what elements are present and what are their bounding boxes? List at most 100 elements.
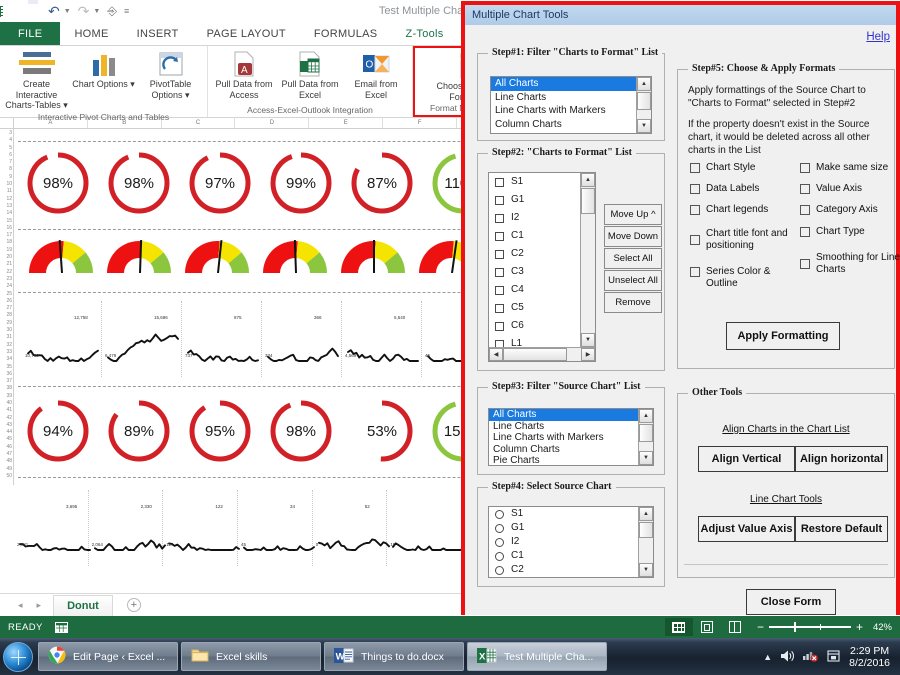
row-header-cell[interactable]: 34 <box>0 356 13 363</box>
taskbar-item-excel[interactable]: X Test Multiple Cha... <box>467 642 607 671</box>
sparkline-chart[interactable]: 10,789 12,758 <box>22 301 102 377</box>
zoom-in-button[interactable]: + <box>856 620 863 634</box>
taskbar-item-folder[interactable]: Excel skills <box>181 642 321 671</box>
row-header-cell[interactable]: 6 <box>0 152 13 159</box>
action-center-icon[interactable] <box>826 649 841 664</box>
checkbox-data-labels[interactable]: Data Labels <box>690 183 790 195</box>
apply-formatting-button[interactable]: Apply Formatting <box>726 322 840 350</box>
close-form-button[interactable]: Close Form <box>746 589 836 615</box>
row-header-cell[interactable]: 12 <box>0 196 13 203</box>
ribbon-tab-formulas[interactable]: FORMULAS <box>300 22 392 45</box>
step1-scroll-up-arrow[interactable]: ▲ <box>637 77 651 91</box>
row-header-cell[interactable]: 4 <box>0 137 13 144</box>
email-from-excel-button[interactable]: O Email from Excel <box>344 49 408 104</box>
step1-option-line-charts[interactable]: Line Charts <box>491 91 636 105</box>
donut-chart[interactable]: 95% <box>184 395 256 467</box>
remove-button[interactable]: Remove <box>604 292 662 313</box>
help-link[interactable]: Help <box>866 31 890 43</box>
step2-item-checkbox[interactable] <box>495 231 504 241</box>
step2-horizontal-scrollbar[interactable]: ◀ ▶ <box>489 347 595 361</box>
step3-scrollbar[interactable]: ▲ ▼ <box>638 409 653 465</box>
donut-chart[interactable]: 53% <box>346 395 418 467</box>
row-header-cell[interactable]: 39 <box>0 393 13 400</box>
redo-icon[interactable]: ↷ <box>78 4 90 18</box>
step3-scroll-up-arrow[interactable]: ▲ <box>639 409 653 423</box>
volume-icon[interactable] <box>780 649 795 664</box>
step3-option-all-charts[interactable]: All Charts <box>489 409 638 421</box>
sparkline-chart[interactable]: 6,479 15,696 <box>102 301 182 377</box>
step4-list-item[interactable]: I2 <box>489 535 638 549</box>
step4-item-radio[interactable] <box>495 551 504 561</box>
sparkline-chart[interactable]: 2,981 3,695 <box>14 490 91 566</box>
row-header-cell[interactable]: 16 <box>0 225 13 232</box>
step2-item-checkbox[interactable] <box>495 177 504 187</box>
undo-dropdown-icon[interactable]: ▼ <box>64 8 71 15</box>
page-break-preview-button[interactable] <box>721 618 749 636</box>
row-header-cell[interactable]: 17 <box>0 232 13 239</box>
start-button[interactable] <box>3 641 33 672</box>
step4-list-item[interactable]: C1 <box>489 549 638 563</box>
row-header-cell[interactable]: 27 <box>0 305 13 312</box>
checkbox-chart-style[interactable]: Chart Style <box>690 162 790 174</box>
row-header-cell[interactable]: 3 <box>0 130 13 137</box>
row-header-cell[interactable]: 33 <box>0 349 13 356</box>
step2-list-item[interactable]: G1 <box>489 191 580 209</box>
column-header-d[interactable]: D <box>235 118 310 128</box>
step4-item-radio[interactable] <box>495 537 504 547</box>
align-vertical-button[interactable]: Align Vertical <box>698 446 795 472</box>
step3-scroll-thumb[interactable] <box>639 424 653 442</box>
sparkline-chart[interactable]: 737 875 <box>182 301 262 377</box>
row-header-cell[interactable]: 13 <box>0 203 13 210</box>
step1-filter-listbox[interactable]: All Charts Line Charts Line Charts with … <box>490 76 652 134</box>
step4-list-item[interactable]: C2 <box>489 563 638 577</box>
row-header-cell[interactable]: 36 <box>0 371 13 378</box>
step2-item-checkbox[interactable] <box>495 213 504 223</box>
row-header-cell[interactable]: 14 <box>0 210 13 217</box>
pivottable-options-button[interactable]: PivotTable Options ▾ <box>138 49 203 111</box>
row-header-cell[interactable]: 10 <box>0 181 13 188</box>
step2-list-item[interactable]: C6 <box>489 317 580 335</box>
step2-charts-to-format-listbox[interactable]: S1G1I2C1C2C3C4C5C6L1I4I5 ▲ ▼ ◀ ▶ <box>488 172 596 362</box>
row-header-cell[interactable]: 25 <box>0 291 13 298</box>
row-header-cell[interactable]: 37 <box>0 378 13 385</box>
row-header-cell[interactable]: 42 <box>0 415 13 422</box>
record-macro-icon[interactable] <box>54 621 68 633</box>
row-header-cell[interactable]: 43 <box>0 422 13 429</box>
make-same-size-checkbox-box[interactable] <box>800 163 810 173</box>
step4-list-item[interactable]: G1 <box>489 521 638 535</box>
step2-scroll-left-arrow[interactable]: ◀ <box>489 348 503 361</box>
row-header-cell[interactable]: 45 <box>0 436 13 443</box>
sparkline-row-net-income[interactable]: 2,981 3,695 2,064 2,330 114 122 45 34 0 52 10 <box>14 490 462 566</box>
step2-item-checkbox[interactable] <box>495 249 504 259</box>
sparkline-chart[interactable]: 0 52 <box>313 490 390 566</box>
step1-scroll-thumb[interactable] <box>637 92 651 110</box>
checkbox-value-axis[interactable]: Value Axis <box>800 183 896 195</box>
row-header-cell[interactable]: 11 <box>0 188 13 195</box>
value-axis-checkbox-box[interactable] <box>800 184 810 194</box>
row-header-cell[interactable]: 15 <box>0 218 13 225</box>
step1-option-all-charts[interactable]: All Charts <box>491 77 636 91</box>
step2-item-checkbox[interactable] <box>495 285 504 295</box>
row-header-cell[interactable]: 23 <box>0 276 13 283</box>
chart-style-checkbox-box[interactable] <box>690 163 700 173</box>
step2-scroll-up-arrow[interactable]: ▲ <box>581 173 595 187</box>
step1-scroll-down-arrow[interactable]: ▼ <box>637 119 651 133</box>
column-header-f[interactable]: F <box>383 118 457 128</box>
sheet-next-button[interactable]: ▸ <box>37 600 42 611</box>
touch-mode-icon[interactable]: ⎆ <box>107 4 117 19</box>
step2-item-checkbox[interactable] <box>495 195 504 205</box>
row-header-cell[interactable]: 22 <box>0 269 13 276</box>
zoom-slider[interactable]: − + <box>757 620 863 634</box>
row-header-cell[interactable]: 28 <box>0 312 13 319</box>
step4-list-item[interactable]: S1 <box>489 507 638 521</box>
restore-default-button[interactable]: Restore Default <box>795 516 888 542</box>
column-header-e[interactable]: E <box>309 118 384 128</box>
chart-options-button[interactable]: Chart Options ▾ <box>71 49 136 111</box>
row-header-cell[interactable]: 20 <box>0 254 13 261</box>
step2-item-checkbox[interactable] <box>495 321 504 331</box>
zoom-level-label[interactable]: 42% <box>868 622 892 633</box>
row-header-cell[interactable]: 7 <box>0 159 13 166</box>
row-header-cell[interactable]: 8 <box>0 166 13 173</box>
step3-scroll-down-arrow[interactable]: ▼ <box>639 451 653 465</box>
donut-chart-row-net-income[interactable]: 94%89%95%98%53%150% <box>22 395 499 467</box>
